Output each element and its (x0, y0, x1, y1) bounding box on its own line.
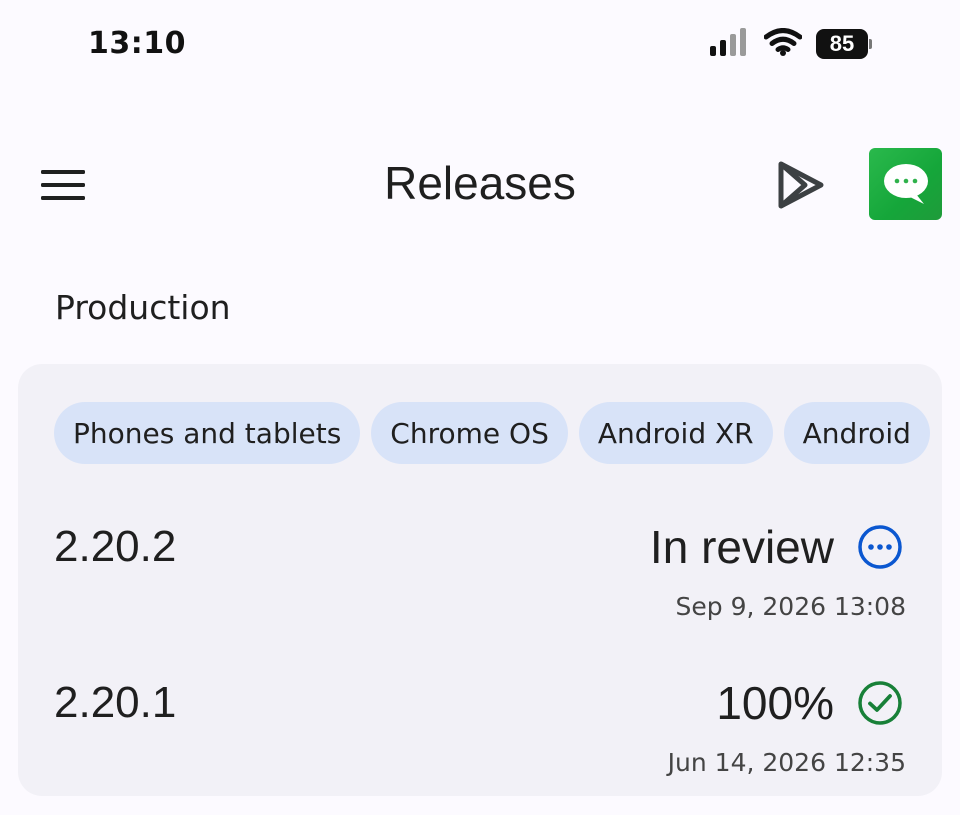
form-factor-chips: Phones and tablets Chrome OS Android XR … (54, 402, 930, 464)
chip-android-xr[interactable]: Android XR (578, 402, 773, 464)
status-icons: 85 (710, 28, 872, 60)
wifi-icon (763, 28, 803, 60)
battery-level: 85 (829, 31, 855, 56)
release-row[interactable]: 2.20.1 100% Jun 14, 2026 12:35 (18, 668, 942, 788)
app-avatar[interactable] (869, 148, 942, 220)
status-time: 13:10 (88, 26, 186, 61)
play-console-button[interactable] (766, 154, 834, 216)
production-card: Phones and tablets Chrome OS Android XR … (18, 364, 942, 796)
release-status: In review (650, 520, 904, 574)
chip-phones-and-tablets[interactable]: Phones and tablets (54, 402, 361, 464)
section-title: Production (55, 288, 231, 327)
release-version: 2.20.2 (54, 522, 177, 571)
release-row[interactable]: 2.20.2 In review Sep 9, 2026 13:08 (18, 512, 942, 632)
battery-icon: 85 (816, 29, 872, 59)
menu-icon (41, 170, 85, 200)
check-circle-icon (856, 679, 904, 727)
in-review-icon (856, 523, 904, 571)
chat-app-icon (883, 164, 928, 204)
menu-button[interactable] (32, 154, 94, 216)
chip-chrome-os[interactable]: Chrome OS (371, 402, 568, 464)
release-status-text: 100% (716, 677, 834, 729)
release-date: Jun 14, 2026 12:35 (667, 748, 906, 777)
release-status: 100% (716, 676, 904, 730)
release-status-text: In review (649, 521, 834, 573)
play-console-icon (778, 161, 824, 209)
release-date: Sep 9, 2026 13:08 (675, 592, 906, 621)
app-bar: Releases (0, 140, 960, 230)
status-bar: 13:10 85 (0, 0, 960, 90)
release-version: 2.20.1 (54, 678, 177, 727)
chip-android[interactable]: Android (783, 402, 930, 464)
cellular-signal-icon (710, 28, 750, 60)
